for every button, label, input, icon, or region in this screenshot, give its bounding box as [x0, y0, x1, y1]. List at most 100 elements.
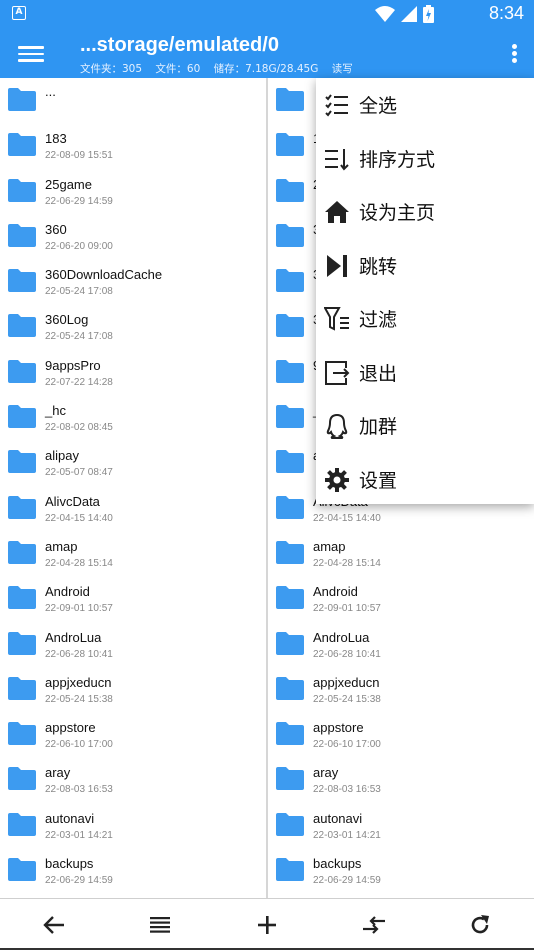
folder-row[interactable]: 360DownloadCache 22-05-24 17:08: [0, 259, 266, 304]
folder-row[interactable]: 9appsPro 22-07-22 14:28: [0, 350, 266, 395]
menu-item-settings[interactable]: 设置: [316, 453, 534, 507]
folder-row[interactable]: aray 22-08-03 16:53: [0, 757, 266, 802]
swap-icon: [363, 916, 385, 934]
folder-icon: [276, 495, 304, 519]
file-date: 22-05-24 17:08: [45, 286, 113, 298]
folder-row[interactable]: appjxeducn 22-05-24 15:38: [0, 667, 266, 712]
file-date: 22-08-09 15:51: [45, 150, 113, 162]
folder-icon: [8, 88, 36, 111]
left-file-pane[interactable]: ... 183 22-08-09 15:51 25game 22-06-29 14:5…: [0, 78, 266, 898]
file-name: 25game: [45, 176, 92, 192]
file-date: 22-06-28 10:41: [313, 648, 381, 660]
folder-row[interactable]: appstore 22-06-10 17:00: [268, 712, 534, 757]
access-mode: 读写: [331, 63, 353, 75]
folder-row[interactable]: amap 22-04-28 15:14: [0, 531, 266, 576]
file-count: 文件：60: [155, 63, 201, 75]
file-date: 22-06-20 09:00: [45, 240, 113, 252]
folder-icon: [276, 540, 304, 564]
folder-row[interactable]: autonavi 22-03-01 14:21: [0, 803, 266, 848]
folder-row[interactable]: 360Log 22-05-24 17:08: [0, 304, 266, 349]
menu-item-filter[interactable]: 过滤: [316, 292, 534, 346]
refresh-button[interactable]: [466, 911, 494, 939]
folder-row[interactable]: 183 22-08-09 15:51: [0, 123, 266, 168]
back-arrow-icon: [43, 916, 64, 934]
menu-item-jump[interactable]: 跳转: [316, 239, 534, 293]
menu-icon[interactable]: [18, 42, 44, 64]
file-name: alipay: [45, 448, 79, 464]
menu-item-set-home[interactable]: 设为主页: [316, 185, 534, 239]
folder-row[interactable]: Android 22-09-01 10:57: [0, 576, 266, 621]
exit-icon: [325, 360, 350, 385]
bottom-toolbar: [0, 898, 534, 950]
folder-row[interactable]: amap 22-04-28 15:14: [268, 531, 534, 576]
file-name: AndroLua: [313, 629, 370, 645]
folder-icon: [276, 88, 304, 111]
folder-icon: [276, 676, 304, 700]
file-name: aray: [313, 765, 339, 781]
more-options-icon[interactable]: [510, 42, 518, 64]
file-name: amap: [313, 538, 346, 554]
select-all-icon: [325, 94, 348, 117]
file-date: 22-05-24 15:38: [45, 693, 113, 705]
app-notification-icon: A: [12, 6, 26, 20]
filter-icon: [324, 307, 349, 331]
folder-row[interactable]: autonavi 22-03-01 14:21: [268, 803, 534, 848]
file-date: 22-06-29 14:59: [313, 875, 381, 887]
swap-button[interactable]: [360, 911, 388, 939]
folder-row[interactable]: appjxeducn 22-05-24 15:38: [268, 667, 534, 712]
menu-item-select-all[interactable]: 全选: [316, 78, 534, 132]
menu-item-label: 设置: [359, 469, 398, 492]
file-name: backups: [313, 856, 362, 872]
folder-row[interactable]: AndroLua 22-06-28 10:41: [0, 622, 266, 667]
folder-icon: [8, 631, 36, 655]
folder-row[interactable]: appstore 22-06-10 17:00: [0, 712, 266, 757]
folder-row[interactable]: alipay 22-05-07 08:47: [0, 440, 266, 485]
folder-icon: [8, 767, 36, 791]
folder-row[interactable]: _hc 22-08-02 08:45: [0, 395, 266, 440]
folder-icon: [276, 631, 304, 655]
folder-icon: [8, 495, 36, 519]
file-name: autonavi: [313, 810, 363, 826]
parent-folder-row[interactable]: ...: [0, 78, 266, 123]
folder-row[interactable]: AndroLua 22-06-28 10:41: [268, 622, 534, 667]
folder-icon: [8, 405, 36, 429]
battery-icon: [423, 5, 434, 23]
file-name: ...: [45, 84, 56, 99]
folder-row[interactable]: aray 22-08-03 16:53: [268, 757, 534, 802]
file-name: autonavi: [45, 810, 95, 826]
menu-item-label: 退出: [359, 362, 398, 385]
folder-icon: [8, 722, 36, 746]
file-name: Android: [313, 584, 358, 600]
file-date: 22-04-28 15:14: [45, 557, 113, 569]
folder-row[interactable]: AlivcData 22-04-15 14:40: [0, 486, 266, 531]
file-date: 22-05-07 08:47: [45, 467, 113, 479]
file-name: Android: [45, 584, 90, 600]
file-date: 22-03-01 14:21: [313, 829, 381, 841]
file-name: amap: [45, 538, 78, 554]
file-name: backups: [45, 856, 94, 872]
folder-row[interactable]: Android 22-09-01 10:57: [268, 576, 534, 621]
home-icon: [325, 201, 349, 223]
add-icon: [258, 916, 276, 934]
folder-row[interactable]: backups 22-06-29 14:59: [0, 848, 266, 893]
list-button[interactable]: [146, 911, 174, 939]
menu-item-exit[interactable]: 退出: [316, 346, 534, 400]
menu-item-join-group[interactable]: 加群: [316, 399, 534, 453]
refresh-icon: [471, 915, 489, 934]
overflow-menu: 全选 排序方式 设为主页 跳转 过滤 退出 加群 设置: [316, 78, 534, 504]
folder-icon: [8, 178, 36, 202]
file-name: aray: [45, 765, 71, 781]
folder-row[interactable]: 360 22-06-20 09:00: [0, 214, 266, 259]
file-date: 22-09-01 10:57: [313, 603, 381, 615]
folder-row[interactable]: backups 22-06-29 14:59: [268, 848, 534, 893]
folder-icon: [276, 405, 304, 429]
file-date: 22-06-29 14:59: [45, 875, 113, 887]
menu-item-sort[interactable]: 排序方式: [316, 132, 534, 186]
folder-row[interactable]: 25game 22-06-29 14:59: [0, 169, 266, 214]
folder-icon: [8, 450, 36, 474]
add-button[interactable]: [253, 911, 281, 939]
menu-item-label: 加群: [359, 416, 398, 438]
file-date: 22-06-29 14:59: [45, 195, 113, 207]
skip-icon: [327, 254, 347, 277]
back-button[interactable]: [40, 911, 68, 939]
